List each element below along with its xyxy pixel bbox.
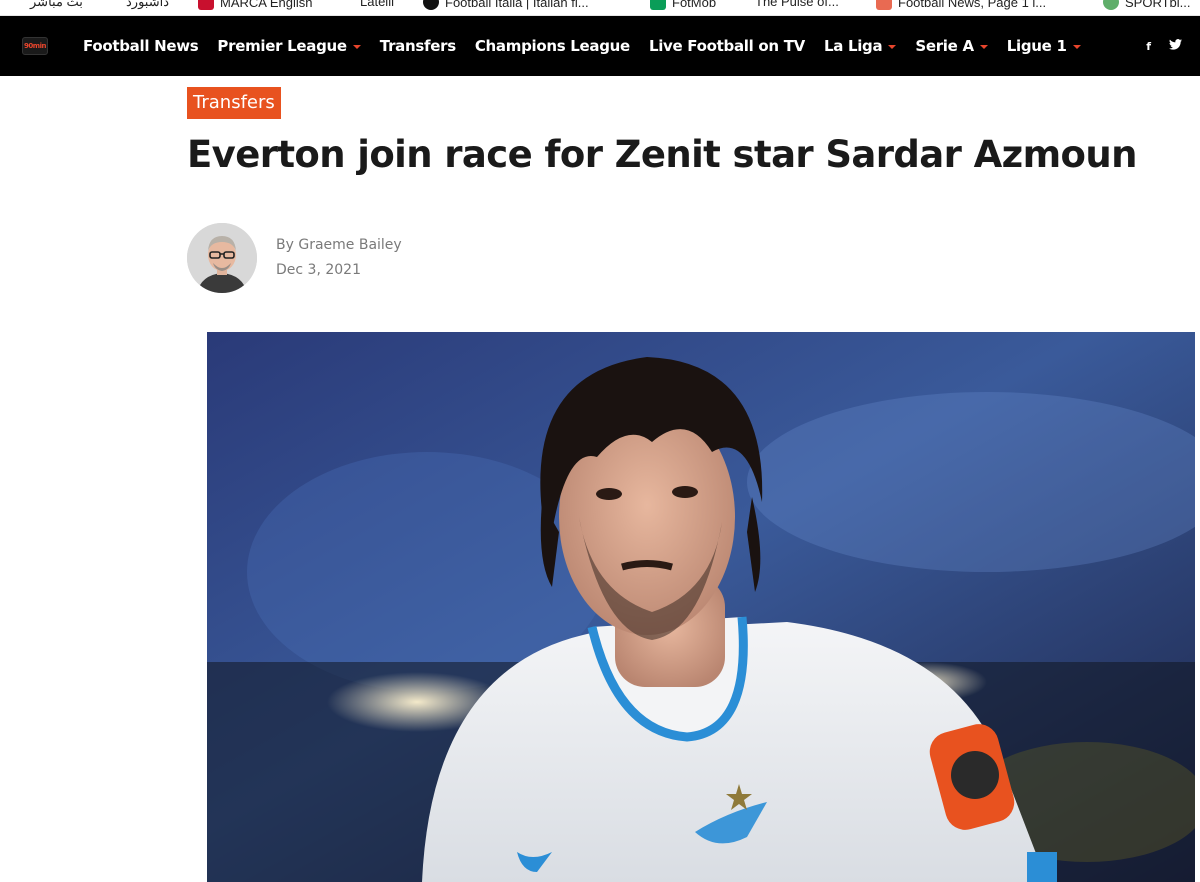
caret-down-icon: [979, 44, 988, 49]
sportbible-icon: [1103, 0, 1119, 10]
bookmark-label: Latelli: [360, 0, 394, 9]
bookmark-label: SPORTbi...: [1125, 0, 1191, 10]
bookmarks-bar: بثّ مباشر داشبورد MARCA English Latelli …: [0, 0, 1200, 16]
bookmark-item[interactable]: بثّ مباشر: [30, 0, 83, 10]
facebook-icon[interactable]: f: [1146, 40, 1151, 53]
football-italia-icon: [423, 0, 439, 10]
byline-prefix: By: [276, 237, 294, 253]
bookmark-label: Football Italia | Italian fi...: [445, 0, 589, 10]
bookmark-item[interactable]: FotMob: [650, 0, 716, 10]
logo-text: 90min: [24, 42, 46, 50]
category-tag[interactable]: Transfers: [187, 87, 281, 119]
nav-item-champions-league[interactable]: Champions League: [475, 37, 630, 55]
nav-label: Champions League: [474, 37, 630, 55]
football-news-icon: [876, 0, 892, 10]
nav-item-premier-league[interactable]: Premier League: [217, 37, 361, 55]
bookmark-item[interactable]: داشبورد: [126, 0, 169, 10]
bookmark-label: MARCA English: [220, 0, 313, 10]
bookmark-item[interactable]: Football Italia | Italian fi...: [423, 0, 589, 10]
main-nav: Football News Premier League Transfers C…: [83, 16, 1100, 76]
article-title: Everton join race for Zenit star Sardar …: [187, 133, 1137, 176]
nav-label: Premier League: [217, 37, 347, 55]
social-links: f: [1146, 16, 1200, 76]
author-byline: By Graeme Bailey: [276, 237, 402, 253]
nav-item-ligue-1[interactable]: Ligue 1: [1007, 37, 1081, 55]
nav-item-transfers[interactable]: Transfers: [380, 37, 456, 55]
fotmob-icon: [650, 0, 666, 10]
bookmark-label: داشبورد: [126, 0, 169, 9]
bookmark-item[interactable]: Latelli: [360, 0, 394, 9]
publish-date: Dec 3, 2021: [276, 262, 361, 278]
caret-down-icon: [352, 44, 361, 49]
nav-label: Football News: [83, 37, 199, 55]
nav-label: Serie A: [915, 37, 974, 55]
nav-label: La Liga: [823, 37, 883, 55]
featured-image: [207, 332, 1195, 882]
author-link[interactable]: Graeme Bailey: [298, 237, 401, 253]
caret-down-icon: [1072, 44, 1081, 49]
nav-label: Live Football on TV: [648, 37, 805, 55]
site-logo[interactable]: 90min: [22, 37, 48, 55]
site-navbar: 90min Football News Premier League Trans…: [0, 16, 1200, 76]
nav-label: Ligue 1: [1006, 37, 1067, 55]
author-avatar[interactable]: [187, 223, 257, 293]
bookmark-item[interactable]: SPORTbi...: [1103, 0, 1191, 10]
player-photo: [207, 332, 1195, 882]
author-photo: [187, 223, 257, 293]
nav-item-serie-a[interactable]: Serie A: [915, 37, 988, 55]
marca-icon: [198, 0, 214, 10]
twitter-icon[interactable]: [1169, 39, 1182, 53]
nav-item-football-news[interactable]: Football News: [83, 37, 199, 55]
twitter-bird-icon: [1169, 39, 1182, 50]
bookmark-label: The Pulse of...: [755, 0, 839, 9]
nav-item-live-football-tv[interactable]: Live Football on TV: [649, 37, 805, 55]
bookmark-item[interactable]: The Pulse of...: [755, 0, 839, 9]
bookmark-item[interactable]: Football News, Page 1 i...: [876, 0, 1046, 10]
nav-item-la-liga[interactable]: La Liga: [823, 37, 897, 55]
bookmark-label: FotMob: [672, 0, 717, 10]
bookmark-item[interactable]: MARCA English: [198, 0, 312, 10]
bookmark-label: Football News, Page 1 i...: [898, 0, 1047, 10]
caret-down-icon: [888, 44, 897, 49]
nav-label: Transfers: [379, 37, 456, 55]
bookmark-label: بثّ مباشر: [30, 0, 83, 9]
